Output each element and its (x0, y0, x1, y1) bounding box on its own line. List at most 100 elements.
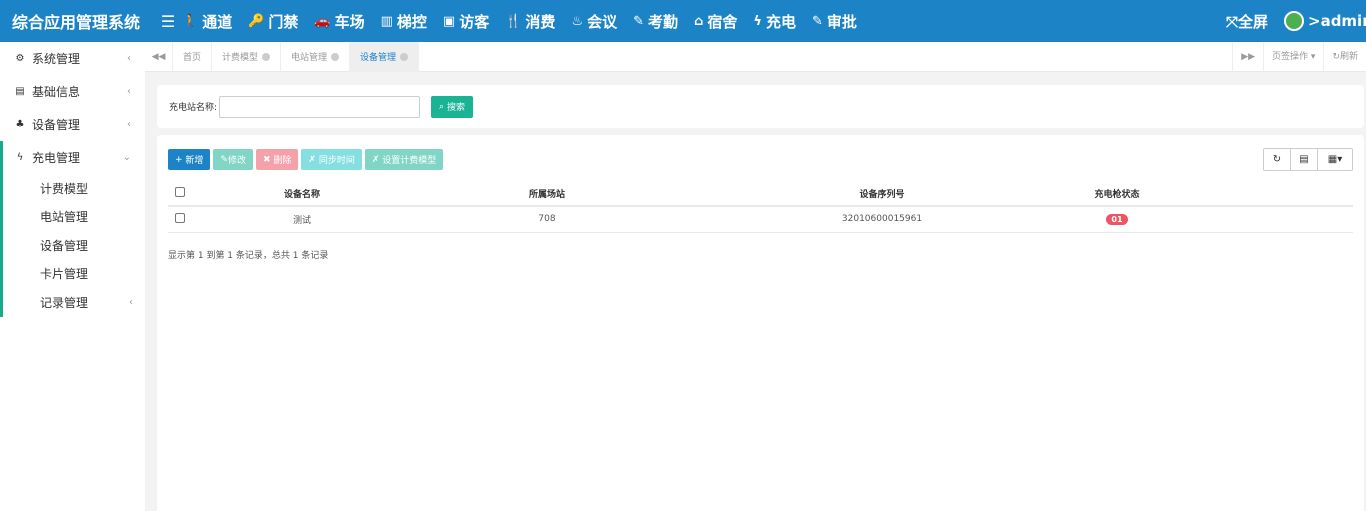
station-name-input[interactable] (219, 95, 421, 118)
sidebar-item-card[interactable]: 卡片管理 (3, 260, 145, 289)
key-icon: 🔑 (248, 13, 265, 29)
nav-item-attendance[interactable]: ✎ 考勤 (633, 11, 678, 32)
device-table-panel: + 新增 ✎ 修改 ✖ 删除 ✗ 同步时间 ✗ 设置计费模型 ↻ ▤ ▦▾ 设备名… (157, 135, 1364, 511)
nav-item-meeting[interactable]: ♨ 会议 (571, 11, 617, 32)
nav-item-access[interactable]: 🔑 门禁 (248, 11, 298, 32)
top-right-tools: ⤧全屏 >admin (1226, 0, 1366, 42)
sync-time-button[interactable]: ✗ 同步时间 (301, 149, 362, 170)
sidebar-item-label: 充电管理 (32, 151, 81, 165)
top-navbar: 综合应用管理系统 ☰ 🚶 通道 🔑 门禁 🚗 车场 ▥ 梯控 ▣ 访客 🍴 消费 ♨ 会议 ✎… (0, 0, 1366, 42)
tab-billing-model[interactable]: 计费模型 (212, 41, 282, 72)
sidebar-item-label: 基础信息 (32, 85, 81, 99)
tab-home[interactable]: 首页 (173, 41, 213, 72)
sidebar-item-station[interactable]: 电站管理 (3, 203, 145, 232)
sidebar-item-label: 系统管理 (32, 52, 81, 66)
table-row[interactable]: 测试 708 32010600015961 01 (168, 206, 1353, 233)
chevron-left-icon: ‹ (127, 86, 131, 97)
meeting-icon: ♨ (571, 13, 584, 29)
chevron-left-icon: ‹ (129, 296, 133, 308)
sidebar-item-label: 设备管理 (32, 118, 81, 132)
id-card-icon: ▣ (442, 13, 456, 29)
col-device-name[interactable]: 设备名称 (192, 181, 412, 207)
nav-item-parking[interactable]: 🚗 车场 (314, 11, 364, 32)
refresh-table-button[interactable]: ↻ (1263, 148, 1291, 171)
table-header-row: 设备名称 所属场站 设备序列号 充电枪状态 (168, 181, 1353, 207)
nav-item-consume[interactable]: 🍴 消费 (505, 11, 555, 32)
nav-item-visitor[interactable]: ▣ 访客 (443, 11, 489, 32)
search-icon: ⌕ (439, 101, 447, 112)
page-ops-dropdown[interactable]: 页签操作 ▾ (1263, 42, 1323, 72)
nav-item-charging[interactable]: ϟ 充电 (753, 11, 796, 32)
wrench-icon: ✗ (308, 154, 319, 165)
search-button[interactable]: ⌕ 搜索 (431, 95, 473, 118)
select-all-checkbox[interactable] (175, 186, 185, 197)
row-checkbox[interactable] (175, 212, 185, 223)
close-icon[interactable] (331, 52, 340, 61)
nav-item-approval[interactable]: ✎ 审批 (812, 11, 857, 32)
tab-station[interactable]: 电站管理 (281, 41, 351, 72)
cell-station: 708 (412, 206, 682, 233)
tabs-scroll-right-icon[interactable]: ▶▶ (1232, 42, 1263, 72)
edit-button[interactable]: ✎ 修改 (213, 149, 253, 170)
plus-icon: + (175, 154, 186, 165)
pagination-info: 显示第 1 到第 1 条记录，总共 1 条记录 (168, 251, 329, 261)
columns-dropdown[interactable]: ▦▾ (1317, 148, 1353, 171)
sidebar-item-device[interactable]: ♣ 设备管理 ‹ (0, 108, 145, 141)
status-badge: 01 (1106, 213, 1128, 225)
chevron-down-icon: ⌄ (122, 152, 131, 163)
col-serial[interactable]: 设备序列号 (682, 181, 1082, 207)
sidebar-item-system[interactable]: ⚙ 系统管理 ‹ (0, 42, 145, 75)
edit-icon: ✎ (633, 13, 645, 29)
tab-right-tools: ▶▶ 页签操作 ▾ ↻刷新 (1232, 42, 1366, 72)
grid-icon: ▦▾ (1327, 154, 1343, 165)
chevron-left-icon: ‹ (127, 119, 131, 130)
tabs-scroll-left-icon[interactable]: ◀◀ (145, 41, 173, 72)
col-gun-status[interactable]: 充电枪状态 (1082, 181, 1152, 207)
expand-icon: ⤧ (1225, 12, 1238, 31)
table-toolbar: + 新增 ✎ 修改 ✖ 删除 ✗ 同步时间 ✗ 设置计费模型 (168, 149, 446, 170)
station-name-label: 充电站名称: (169, 103, 218, 113)
sidebar-item-basic-info[interactable]: ▤ 基础信息 ‹ (0, 75, 145, 108)
close-icon[interactable] (400, 52, 409, 61)
table-view-tools: ↻ ▤ ▦▾ (1263, 148, 1353, 171)
cell-device-name: 测试 (192, 206, 412, 233)
sidebar-item-charging[interactable]: ϟ 充电管理 ⌄ (0, 141, 145, 174)
bolt-icon: ϟ (16, 152, 24, 163)
car-icon: 🚗 (314, 13, 331, 29)
fullscreen-button[interactable]: ⤧全屏 (1226, 11, 1268, 32)
refresh-icon: ↻ (1272, 154, 1282, 165)
id-card-icon: ▤ (15, 86, 25, 97)
sidebar-item-records[interactable]: 记录管理 ‹ (3, 288, 145, 317)
menu-toggle-icon[interactable]: ☰ (156, 12, 180, 31)
col-station[interactable]: 所属场站 (412, 181, 682, 207)
close-icon[interactable] (262, 52, 271, 61)
edit-icon: ✎ (811, 13, 823, 29)
set-billing-model-button[interactable]: ✗ 设置计费模型 (364, 149, 444, 170)
refresh-tab-button[interactable]: ↻刷新 (1323, 42, 1366, 72)
nav-item-elevator[interactable]: ▥ 梯控 (381, 11, 427, 32)
tab-device-mgmt[interactable]: 设备管理 (350, 41, 420, 72)
delete-button[interactable]: ✖ 删除 (255, 149, 299, 170)
bolt-icon: ϟ (753, 13, 762, 29)
sidebar-item-label: 记录管理 (40, 295, 89, 310)
edit-icon: ✎ (220, 154, 228, 165)
sidebar-item-billing-model[interactable]: 计费模型 (3, 174, 145, 203)
top-nav: 🚶 通道 🔑 门禁 🚗 车场 ▥ 梯控 ▣ 访客 🍴 消费 ♨ 会议 ✎ 考勤 ⌂ 宿舍 ϟ 充电 … (182, 11, 873, 32)
building-icon: ▥ (380, 13, 393, 29)
wrench-icon: ✗ (371, 154, 383, 165)
add-button[interactable]: + 新增 (168, 149, 211, 170)
page-tabs: ◀◀ 首页 计费模型 电站管理 设备管理 ▶▶ 页签操作 ▾ ↻刷新 (145, 41, 1366, 72)
app-title: 综合应用管理系统 (12, 13, 141, 32)
nav-item-channel[interactable]: 🚶 通道 (182, 11, 232, 32)
list-icon: ▤ (1299, 154, 1309, 165)
search-panel: 充电站名称: ⌕ 搜索 (157, 85, 1364, 128)
toggle-view-button[interactable]: ▤ (1290, 148, 1318, 171)
user-menu[interactable]: >admin (1308, 12, 1366, 30)
charging-submenu: 计费模型 电站管理 设备管理 卡片管理 记录管理 ‹ (0, 174, 145, 317)
device-table: 设备名称 所属场站 设备序列号 充电枪状态 测试 708 32010600015… (168, 181, 1353, 233)
nav-item-dorm[interactable]: ⌂ 宿舍 (694, 11, 737, 32)
close-icon: ✖ (262, 154, 274, 165)
gear-icon: ⚙ (15, 53, 25, 64)
avatar[interactable] (1284, 11, 1304, 31)
sidebar-item-device-mgmt[interactable]: 设备管理 (3, 231, 145, 260)
